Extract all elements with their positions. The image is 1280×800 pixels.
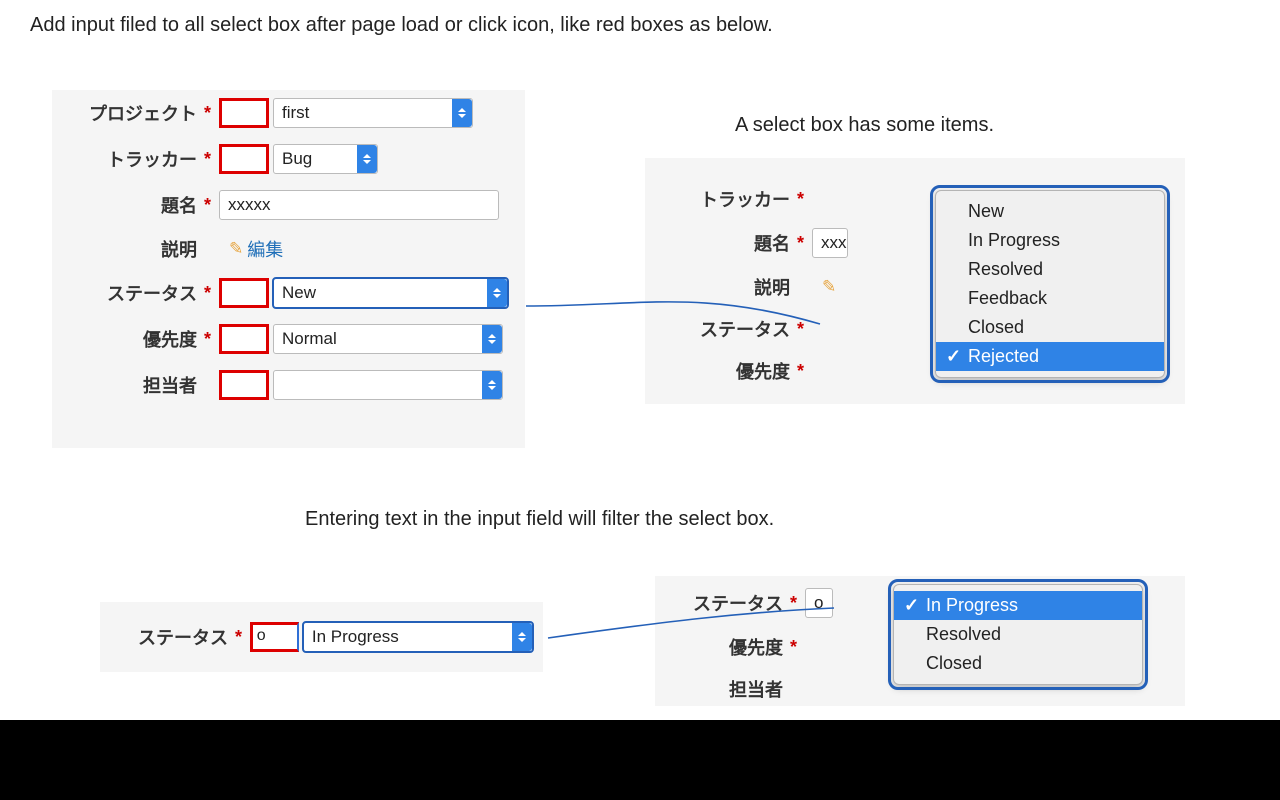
panel-a-inner: プロジェクト * first トラッカー * Bug 題名 * xxxxx: [52, 90, 525, 448]
label-assignee-d: 担当者: [665, 676, 785, 702]
dropdown-item[interactable]: Resolved: [936, 255, 1164, 284]
chevron-up-down-icon: [487, 279, 507, 307]
req-icon: *: [204, 195, 214, 216]
select-status[interactable]: New: [273, 278, 508, 308]
req-icon: *: [235, 627, 245, 648]
caption-items: A select box has some items.: [735, 114, 994, 137]
label-priority-d: 優先度: [665, 634, 785, 660]
select-priority[interactable]: Normal: [273, 324, 503, 354]
label-subject-b: 題名: [657, 230, 792, 256]
input-subject[interactable]: xxxxx: [219, 190, 499, 220]
select-priority-value: Normal: [282, 329, 337, 349]
label-assignee: 担当者: [64, 372, 199, 398]
panel-c: ステータス * o In Progress: [100, 602, 543, 672]
select-project-value: first: [282, 103, 309, 123]
chevron-up-down-icon: [512, 623, 532, 651]
select-assignee[interactable]: [273, 370, 503, 400]
edit-link[interactable]: 編集: [247, 236, 283, 262]
label-tracker-b: トラッカー: [657, 186, 792, 212]
filter-input-project[interactable]: [219, 98, 269, 128]
label-status-d: ステータス: [665, 590, 785, 616]
req-icon: *: [790, 593, 800, 614]
dropdown-status-filtered[interactable]: In ProgressResolvedClosed: [893, 584, 1143, 685]
black-area: [0, 720, 1280, 800]
chevron-up-down-icon: [482, 371, 502, 399]
filter-input-tracker[interactable]: [219, 144, 269, 174]
label-project: プロジェクト: [64, 100, 199, 126]
filter-input-status-c[interactable]: o: [250, 622, 299, 652]
label-status-c: ステータス: [110, 624, 230, 650]
label-desc-b: 説明: [657, 274, 792, 300]
pencil-icon: ✎: [822, 277, 836, 297]
chevron-up-down-icon: [482, 325, 502, 353]
filter-input-priority[interactable]: [219, 324, 269, 354]
select-status-c-value: In Progress: [312, 627, 399, 647]
select-project[interactable]: first: [273, 98, 473, 128]
input-subject-b[interactable]: xxx: [812, 228, 848, 258]
label-priority: 優先度: [64, 326, 199, 352]
panel-b: トラッカー * 題名 * xxx 説明 ✎ ステータス * 優先度 * NewI…: [645, 158, 1185, 404]
dropdown-status[interactable]: NewIn ProgressResolvedFeedbackClosedReje…: [935, 190, 1165, 378]
label-subject: 題名: [64, 192, 199, 218]
select-status-value: New: [282, 283, 316, 303]
select-tracker[interactable]: Bug: [273, 144, 378, 174]
chevron-up-down-icon: [452, 99, 472, 127]
label-desc: 説明: [64, 236, 199, 262]
dropdown-item[interactable]: Resolved: [894, 620, 1142, 649]
label-priority-b: 優先度: [657, 358, 792, 384]
req-icon: *: [797, 361, 807, 382]
filter-input-status[interactable]: [219, 278, 269, 308]
select-status-c[interactable]: In Progress: [303, 622, 533, 652]
dropdown-item[interactable]: Rejected: [936, 342, 1164, 371]
label-status-b: ステータス: [657, 316, 792, 342]
dropdown-item[interactable]: Closed: [936, 313, 1164, 342]
pencil-icon: ✎: [229, 239, 243, 259]
caption-top: Add input filed to all select box after …: [30, 14, 773, 37]
req-icon: *: [204, 283, 214, 304]
select-tracker-value: Bug: [282, 149, 312, 169]
req-icon: *: [204, 329, 214, 350]
filter-input-status-d[interactable]: o: [805, 588, 833, 618]
req-icon: *: [790, 637, 800, 658]
filter-input-assignee[interactable]: [219, 370, 269, 400]
req-icon: *: [797, 233, 807, 254]
chevron-up-down-icon: [357, 145, 377, 173]
label-tracker: トラッカー: [64, 146, 199, 172]
dropdown-item[interactable]: In Progress: [936, 226, 1164, 255]
dropdown-item[interactable]: Feedback: [936, 284, 1164, 313]
panel-d: ステータス * o 優先度 * 担当者 In ProgressResolvedC…: [655, 576, 1185, 706]
label-status: ステータス: [64, 280, 199, 306]
panel-a: プロジェクト * first トラッカー * Bug 題名 * xxxxx: [30, 68, 545, 460]
caption-filter: Entering text in the input field will fi…: [305, 508, 774, 531]
dropdown-item[interactable]: New: [936, 197, 1164, 226]
dropdown-item[interactable]: In Progress: [894, 591, 1142, 620]
req-icon: *: [797, 319, 807, 340]
req-icon: *: [204, 103, 214, 124]
req-icon: *: [797, 189, 807, 210]
dropdown-item[interactable]: Closed: [894, 649, 1142, 678]
req-icon: *: [204, 149, 214, 170]
